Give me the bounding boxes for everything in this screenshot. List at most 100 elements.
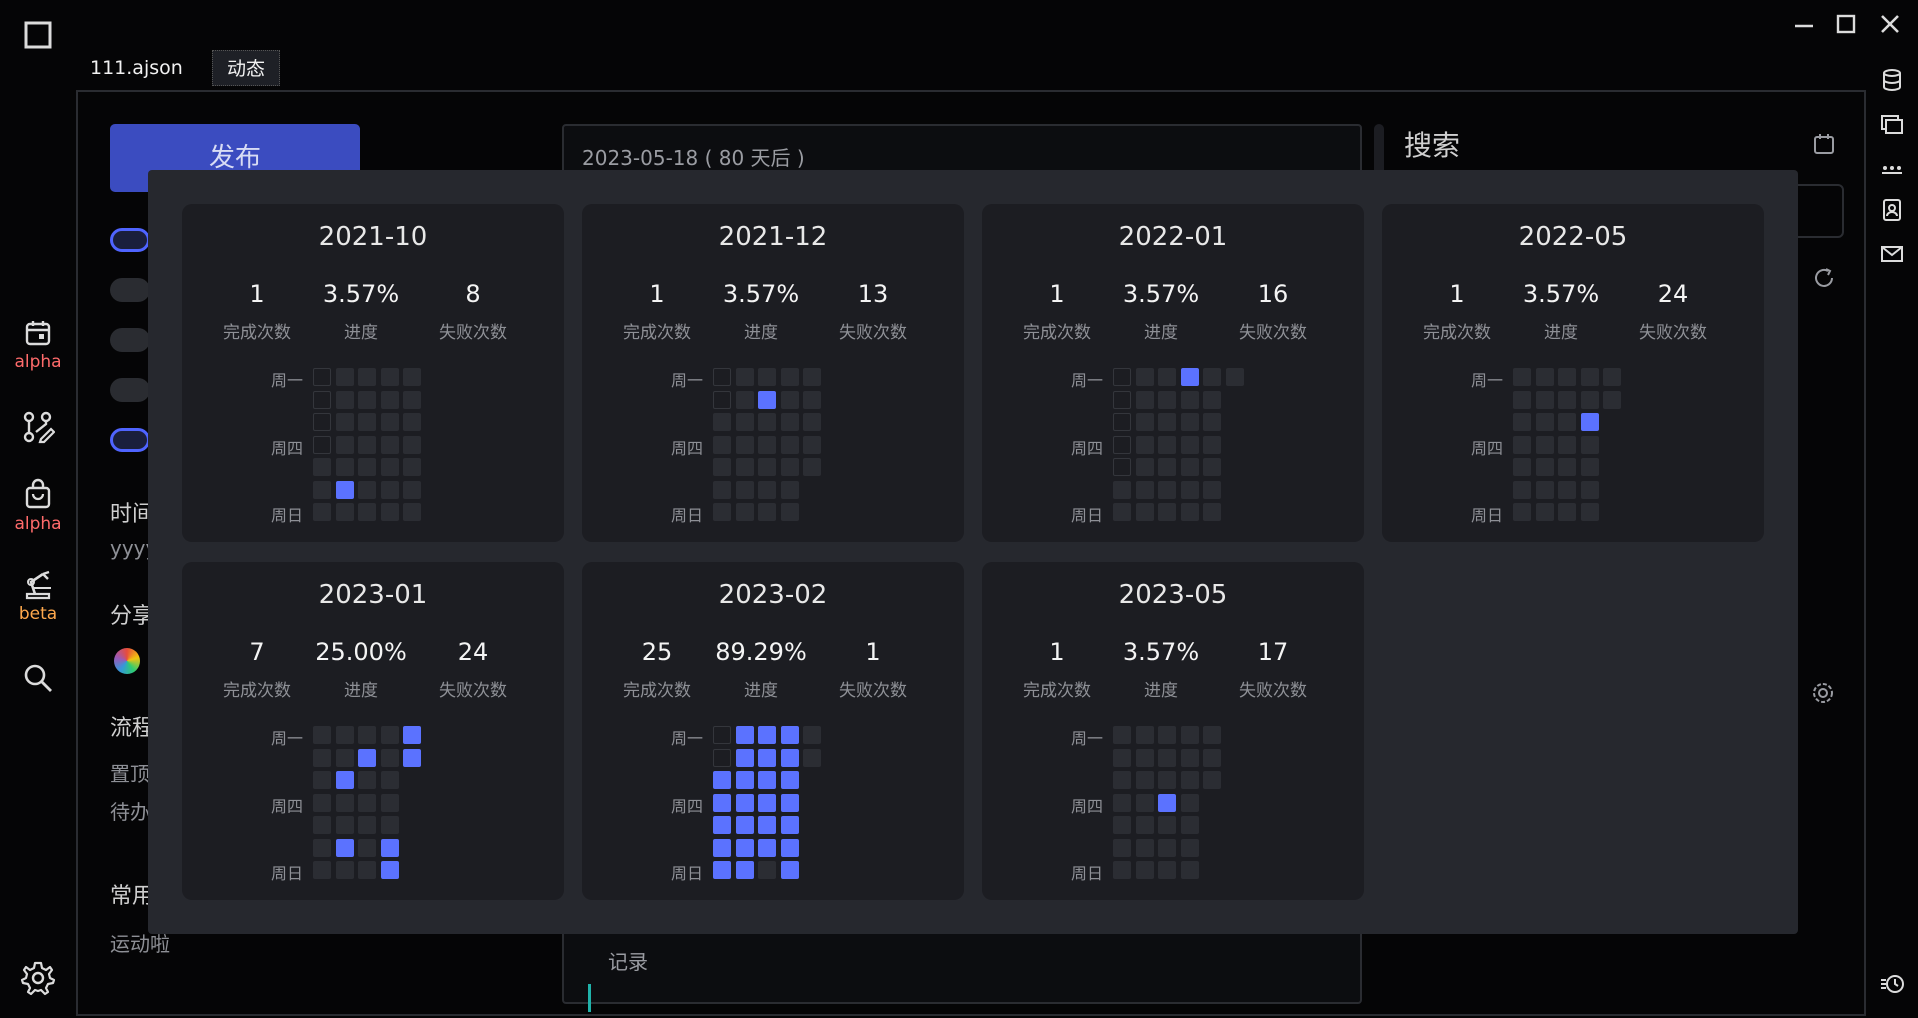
day-cell[interactable]	[335, 435, 354, 454]
day-cell[interactable]	[380, 435, 399, 454]
day-cell[interactable]	[358, 793, 376, 812]
day-cell-done[interactable]	[380, 838, 399, 857]
day-cell-done[interactable]	[758, 838, 776, 857]
day-cell[interactable]	[1113, 861, 1131, 879]
day-cell[interactable]	[1113, 838, 1131, 857]
day-cell[interactable]	[713, 390, 731, 409]
day-cell[interactable]	[735, 503, 754, 521]
month-card[interactable]: 2023-02 25 完成次数 89.29% 进度 1 失败次数 周一 周四 周日	[582, 562, 964, 900]
day-cell[interactable]	[313, 480, 331, 499]
toggle-4[interactable]	[110, 378, 150, 402]
day-cell[interactable]	[803, 368, 821, 386]
day-cell[interactable]	[1180, 793, 1199, 812]
day-cell[interactable]	[1203, 390, 1221, 409]
day-cell[interactable]	[1580, 435, 1599, 454]
day-cell[interactable]	[1158, 861, 1176, 879]
day-cell[interactable]	[1158, 838, 1176, 857]
day-cell[interactable]	[1135, 435, 1154, 454]
day-cell[interactable]	[1203, 435, 1221, 454]
day-cell[interactable]	[780, 503, 799, 521]
day-cell-done[interactable]	[713, 793, 731, 812]
day-cell[interactable]	[1603, 368, 1621, 386]
month-card[interactable]: 2021-12 1 完成次数 3.57% 进度 13 失败次数 周一 周四 周日	[582, 204, 964, 542]
day-cell[interactable]	[1535, 480, 1554, 499]
month-card[interactable]: 2022-05 1 完成次数 3.57% 进度 24 失败次数 周一 周四 周日	[1382, 204, 1764, 542]
day-cell[interactable]	[313, 413, 331, 431]
day-cell[interactable]	[403, 368, 421, 386]
toggle-1[interactable]	[110, 228, 150, 252]
day-cell[interactable]	[713, 748, 731, 767]
day-cell[interactable]	[1580, 368, 1599, 386]
day-cell-done[interactable]	[735, 726, 754, 744]
day-cell[interactable]	[1225, 368, 1244, 386]
day-cell[interactable]	[803, 390, 821, 409]
day-cell[interactable]	[1203, 503, 1221, 521]
day-cell-done[interactable]	[758, 748, 776, 767]
day-cell[interactable]	[758, 503, 776, 521]
day-cell-done[interactable]	[713, 861, 731, 879]
day-cell-done[interactable]	[335, 771, 354, 789]
day-cell[interactable]	[1513, 435, 1531, 454]
day-cell[interactable]	[313, 726, 331, 744]
day-cell[interactable]	[358, 390, 376, 409]
day-cell[interactable]	[1180, 771, 1199, 789]
tab-file[interactable]: 111.ajson	[76, 50, 197, 86]
day-cell[interactable]	[803, 458, 821, 476]
day-cell[interactable]	[358, 861, 376, 879]
day-cell[interactable]	[358, 771, 376, 789]
day-cell-done[interactable]	[758, 816, 776, 834]
day-cell[interactable]	[1558, 503, 1576, 521]
gear-no-icon[interactable]	[1812, 682, 1838, 708]
day-cell[interactable]	[1135, 480, 1154, 499]
day-cell-done[interactable]	[735, 861, 754, 879]
day-cell-done[interactable]	[1180, 368, 1199, 386]
day-cell[interactable]	[313, 771, 331, 789]
day-cell[interactable]	[335, 413, 354, 431]
calendar-add-icon[interactable]	[1812, 132, 1836, 156]
day-cell[interactable]	[1513, 413, 1531, 431]
history-icon[interactable]	[1880, 972, 1906, 996]
day-cell[interactable]	[1158, 726, 1176, 744]
day-cell[interactable]	[335, 390, 354, 409]
day-cell[interactable]	[1135, 838, 1154, 857]
day-cell[interactable]	[358, 413, 376, 431]
day-cell[interactable]	[1580, 480, 1599, 499]
day-cell[interactable]	[1135, 726, 1154, 744]
day-cell[interactable]	[713, 726, 731, 744]
day-cell[interactable]	[1180, 413, 1199, 431]
day-cell[interactable]	[1158, 480, 1176, 499]
day-cell[interactable]	[1158, 413, 1176, 431]
month-card[interactable]: 2022-01 1 完成次数 3.57% 进度 16 失败次数 周一 周四 周日	[982, 204, 1364, 542]
day-cell[interactable]	[1113, 771, 1131, 789]
day-cell-done[interactable]	[735, 838, 754, 857]
day-cell[interactable]	[1513, 480, 1531, 499]
day-cell[interactable]	[758, 368, 776, 386]
day-cell[interactable]	[1135, 368, 1154, 386]
day-cell[interactable]	[403, 413, 421, 431]
day-cell[interactable]	[358, 816, 376, 834]
day-cell[interactable]	[1113, 435, 1131, 454]
day-cell-done[interactable]	[335, 838, 354, 857]
day-cell[interactable]	[335, 816, 354, 834]
day-cell[interactable]	[803, 413, 821, 431]
day-cell[interactable]	[313, 748, 331, 767]
rail-item-store[interactable]: alpha	[0, 478, 76, 534]
day-cell[interactable]	[1158, 368, 1176, 386]
day-cell[interactable]	[1558, 390, 1576, 409]
day-cell[interactable]	[1113, 503, 1131, 521]
day-cell-done[interactable]	[758, 726, 776, 744]
more-dots-icon[interactable]	[1880, 156, 1904, 180]
day-cell[interactable]	[780, 435, 799, 454]
day-cell[interactable]	[335, 503, 354, 521]
day-cell[interactable]	[313, 390, 331, 409]
day-cell[interactable]	[1158, 458, 1176, 476]
day-cell[interactable]	[403, 503, 421, 521]
day-cell[interactable]	[1513, 390, 1531, 409]
day-cell[interactable]	[1113, 480, 1131, 499]
day-cell-done[interactable]	[780, 771, 799, 789]
day-cell-done[interactable]	[380, 861, 399, 879]
day-cell-done[interactable]	[713, 816, 731, 834]
month-card[interactable]: 2023-05 1 完成次数 3.57% 进度 17 失败次数 周一 周四 周日	[982, 562, 1364, 900]
day-cell[interactable]	[380, 458, 399, 476]
day-cell[interactable]	[380, 503, 399, 521]
